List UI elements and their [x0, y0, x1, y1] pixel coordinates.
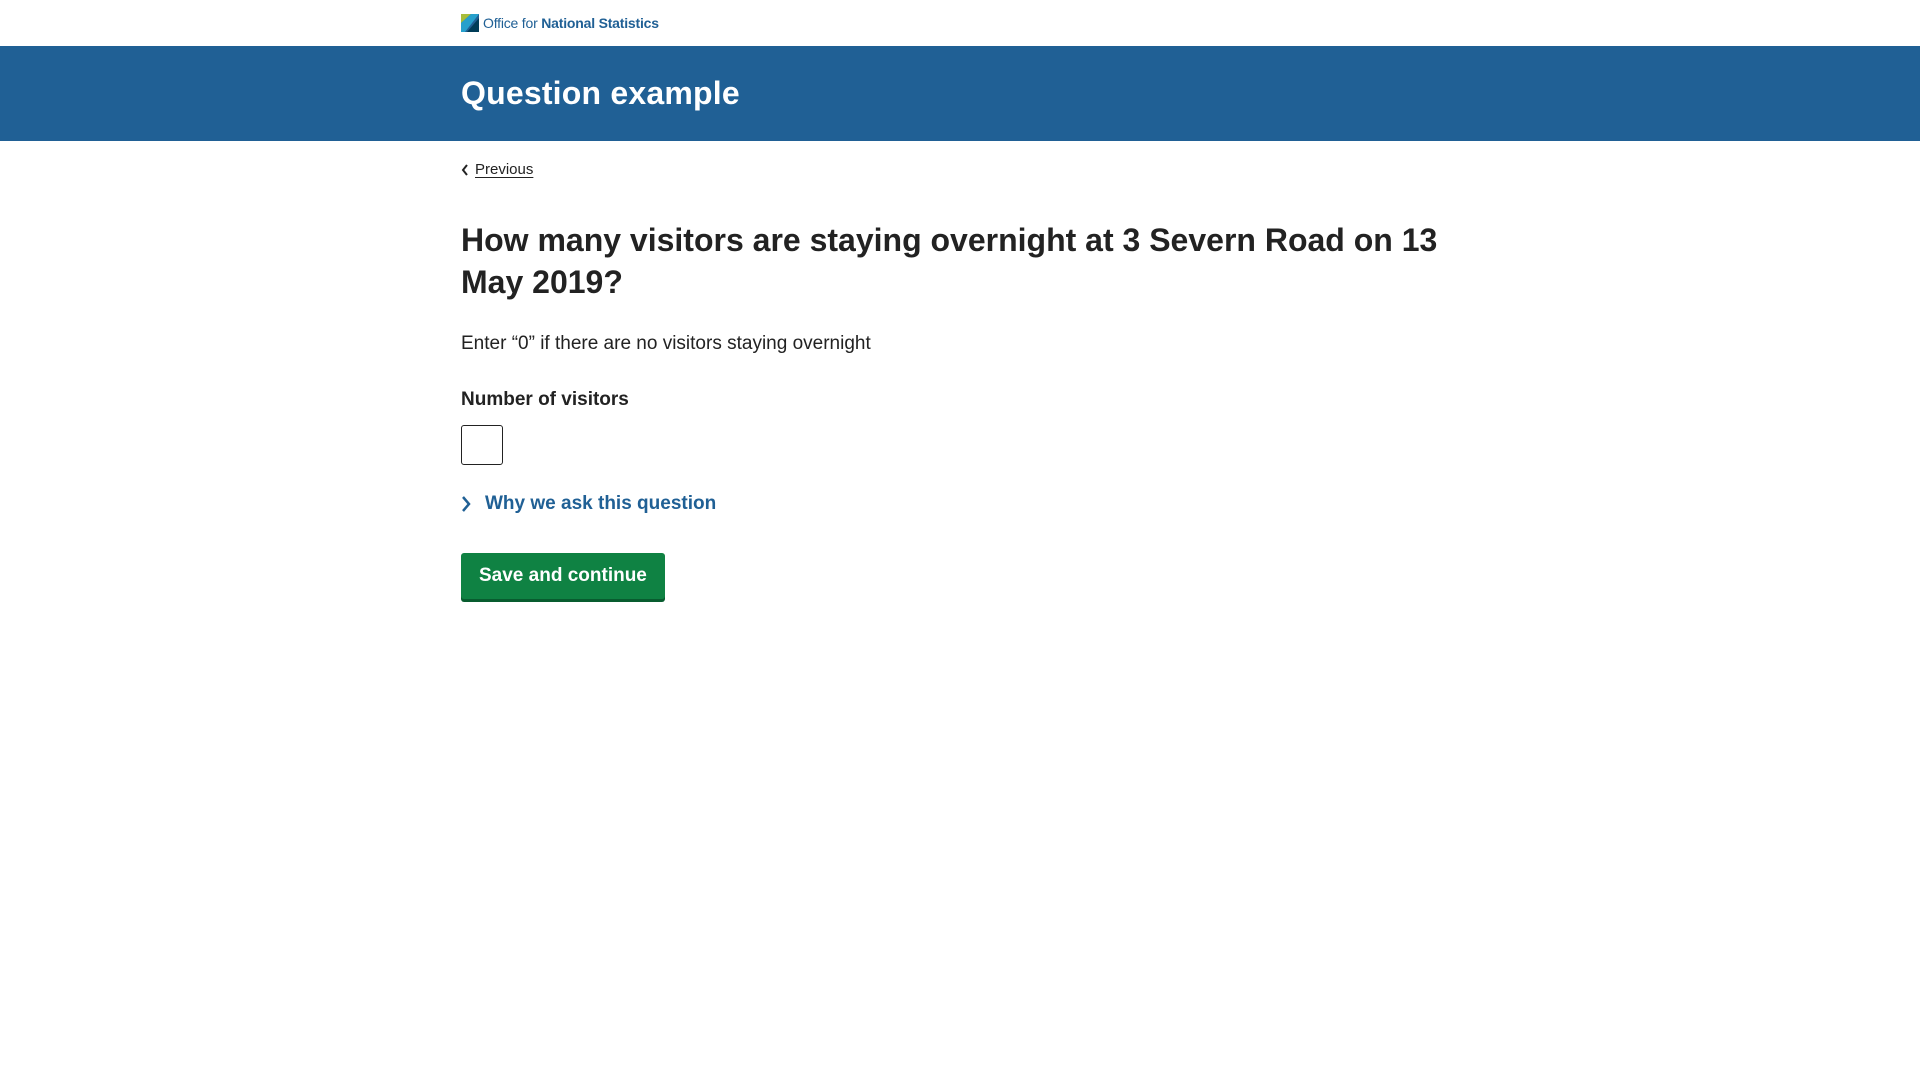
number-of-visitors-input[interactable]	[461, 424, 503, 465]
question-title: How many visitors are staying overnight …	[461, 221, 1438, 300]
why-we-ask-label: Why we ask this question	[485, 492, 717, 514]
why-we-ask-toggle[interactable]: Why we ask this question	[461, 493, 1501, 515]
previous-link[interactable]: Previous	[461, 161, 533, 178]
chevron-right-icon	[462, 495, 471, 512]
chevron-left-icon	[461, 163, 468, 176]
ons-logo[interactable]: Office for National Statistics	[461, 14, 659, 32]
brand-bar: Office for National Statistics	[461, 0, 1501, 46]
header-title: Question example	[461, 75, 740, 111]
main-content: Previous How many visitors are staying o…	[461, 141, 1501, 599]
ons-logo-icon	[461, 14, 479, 32]
save-and-continue-button[interactable]: Save and continue	[461, 552, 665, 599]
logo-text: Office for National Statistics	[483, 15, 659, 31]
question-hint: Enter “0” if there are no visitors stayi…	[461, 332, 871, 354]
number-of-visitors-label: Number of visitors	[461, 388, 629, 410]
page-header: Question example	[0, 46, 1920, 141]
previous-label: Previous	[475, 161, 534, 178]
page: Office for National Statistics Question …	[0, 0, 1920, 599]
